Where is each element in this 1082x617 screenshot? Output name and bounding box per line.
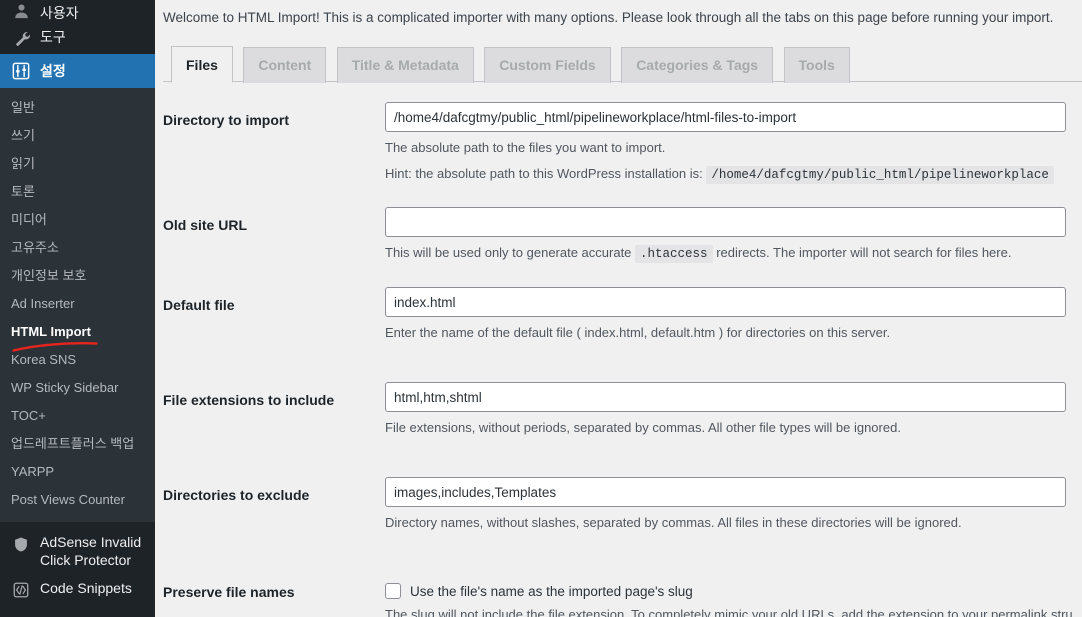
submenu-item-permalinks[interactable]: 고유주소	[0, 234, 155, 262]
default-file-description: Enter the name of the default file ( ind…	[385, 325, 891, 340]
tab-tools[interactable]: Tools	[783, 47, 850, 83]
welcome-message: Welcome to HTML Import! This is a compli…	[163, 10, 1054, 25]
sidebar-item-tools-label: 도구	[40, 29, 66, 45]
file-extensions-description: File extensions, without periods, separa…	[385, 420, 901, 435]
settings-tabs: Files Content Title & Metadata Custom Fi…	[163, 45, 1082, 83]
field-preserve-file-names: Use the file's name as the imported page…	[385, 574, 1082, 617]
wordpress-admin-screen: 사용자 도구 설정 일반 쓰기 읽기 토론 미디어 고유주소 개인정보 보호 A…	[0, 0, 1082, 617]
tab-files[interactable]: Files	[171, 46, 233, 83]
directory-to-import-hint: Hint: the absolute path to this WordPres…	[385, 163, 1078, 186]
old-site-url-input[interactable]	[385, 207, 1066, 237]
label-old-site-url: Old site URL	[163, 217, 248, 233]
sidebar-item-adsense-invalid-click-protector[interactable]: AdSense Invalid Click Protector	[0, 528, 155, 574]
directories-to-exclude-input[interactable]	[385, 477, 1066, 507]
directories-to-exclude-description: Directory names, without slashes, separa…	[385, 515, 962, 530]
submenu-item-writing[interactable]: 쓰기	[0, 122, 155, 150]
sidebar-item-tools[interactable]: 도구	[0, 20, 155, 54]
form-row-file-extensions: File extensions to include File extensio…	[155, 343, 1082, 438]
submenu-item-wp-sticky-sidebar[interactable]: WP Sticky Sidebar	[0, 374, 155, 402]
submenu-item-ad-inserter[interactable]: Ad Inserter	[0, 290, 155, 318]
file-extensions-input[interactable]	[385, 382, 1066, 412]
submenu-item-reading[interactable]: 읽기	[0, 150, 155, 178]
tab-categories-tags[interactable]: Categories & Tags	[621, 47, 774, 83]
old-site-url-description: This will be used only to generate accur…	[385, 242, 1078, 265]
default-file-input[interactable]	[385, 287, 1066, 317]
wrench-icon	[11, 27, 31, 47]
submenu-item-privacy[interactable]: 개인정보 보호	[0, 262, 155, 290]
preserve-file-names-checkbox-row[interactable]: Use the file's name as the imported page…	[385, 574, 1078, 599]
users-icon	[11, 0, 31, 20]
submenu-item-post-views-counter[interactable]: Post Views Counter	[0, 486, 155, 514]
code-brackets-icon	[11, 580, 31, 600]
field-directories-to-exclude: Directory names, without slashes, separa…	[385, 477, 1082, 533]
label-directory-to-import: Directory to import	[163, 112, 290, 128]
tab-content[interactable]: Content	[243, 47, 327, 83]
htaccess-code: .htaccess	[635, 245, 713, 263]
old-site-url-desc-after: redirects. The importer will not search …	[716, 245, 1012, 260]
field-directory-to-import: The absolute path to the files you want …	[385, 102, 1082, 186]
form-row-preserve-file-names: Preserve file names Use the file's name …	[155, 533, 1082, 617]
wordpress-install-path-code: /home4/dafcgtmy/public_html/pipelinework…	[706, 166, 1054, 184]
form-row-directories-to-exclude: Directories to exclude Directory names, …	[155, 438, 1082, 533]
submenu-item-yarpp[interactable]: YARPP	[0, 458, 155, 486]
sidebar-item-adsense-label: AdSense Invalid Click Protector	[40, 534, 142, 568]
submenu-item-toc-plus[interactable]: TOC+	[0, 402, 155, 430]
sliders-icon	[11, 61, 31, 81]
submenu-item-discussion[interactable]: 토론	[0, 178, 155, 206]
tab-title-metadata[interactable]: Title & Metadata	[336, 47, 474, 83]
main-content: Welcome to HTML Import! This is a compli…	[155, 0, 1082, 617]
files-settings-form: Directory to import The absolute path to…	[155, 96, 1082, 617]
sidebar-plugin-menu: AdSense Invalid Click Protector Code Sni…	[0, 522, 155, 605]
sidebar-top-menu: 사용자 도구 설정	[0, 0, 155, 88]
form-row-directory-to-import: Directory to import The absolute path to…	[155, 96, 1082, 186]
sidebar-item-users-label: 사용자	[40, 5, 79, 20]
sidebar-item-settings[interactable]: 설정	[0, 54, 155, 88]
directory-to-import-input[interactable]	[385, 102, 1066, 132]
sidebar-item-code-snippets-label: Code Snippets	[40, 580, 132, 596]
submenu-item-html-import[interactable]: HTML Import	[0, 318, 155, 346]
label-default-file: Default file	[163, 297, 235, 313]
preserve-file-names-checkbox-label: Use the file's name as the imported page…	[410, 583, 693, 599]
preserve-file-names-description: The slug will not include the file exten…	[385, 607, 1073, 617]
shield-icon	[11, 534, 31, 554]
directory-to-import-description: The absolute path to the files you want …	[385, 140, 666, 155]
sidebar-item-users[interactable]: 사용자	[0, 0, 155, 20]
submenu-item-korea-sns[interactable]: Korea SNS	[0, 346, 155, 374]
submenu-item-media[interactable]: 미디어	[0, 206, 155, 234]
sidebar-item-settings-label: 설정	[40, 63, 66, 79]
tab-custom-fields[interactable]: Custom Fields	[484, 47, 611, 83]
label-directories-to-exclude: Directories to exclude	[163, 487, 310, 503]
field-file-extensions: File extensions, without periods, separa…	[385, 382, 1082, 438]
admin-sidebar: 사용자 도구 설정 일반 쓰기 읽기 토론 미디어 고유주소 개인정보 보호 A…	[0, 0, 155, 617]
old-site-url-desc-before: This will be used only to generate accur…	[385, 245, 632, 260]
label-file-extensions: File extensions to include	[163, 392, 335, 408]
settings-submenu: 일반 쓰기 읽기 토론 미디어 고유주소 개인정보 보호 Ad Inserter…	[0, 88, 155, 522]
form-row-old-site-url: Old site URL This will be used only to g…	[155, 186, 1082, 265]
preserve-file-names-checkbox[interactable]	[385, 583, 401, 599]
hint-prefix-text: Hint: the absolute path to this WordPres…	[385, 166, 703, 181]
field-default-file: Enter the name of the default file ( ind…	[385, 287, 1082, 343]
label-preserve-file-names: Preserve file names	[163, 584, 295, 600]
form-row-default-file: Default file Enter the name of the defau…	[155, 265, 1082, 343]
sidebar-item-code-snippets[interactable]: Code Snippets	[0, 574, 155, 605]
submenu-item-general[interactable]: 일반	[0, 94, 155, 122]
field-old-site-url: This will be used only to generate accur…	[385, 207, 1082, 265]
submenu-item-updraftplus[interactable]: 업드레프트플러스 백업	[0, 430, 155, 458]
